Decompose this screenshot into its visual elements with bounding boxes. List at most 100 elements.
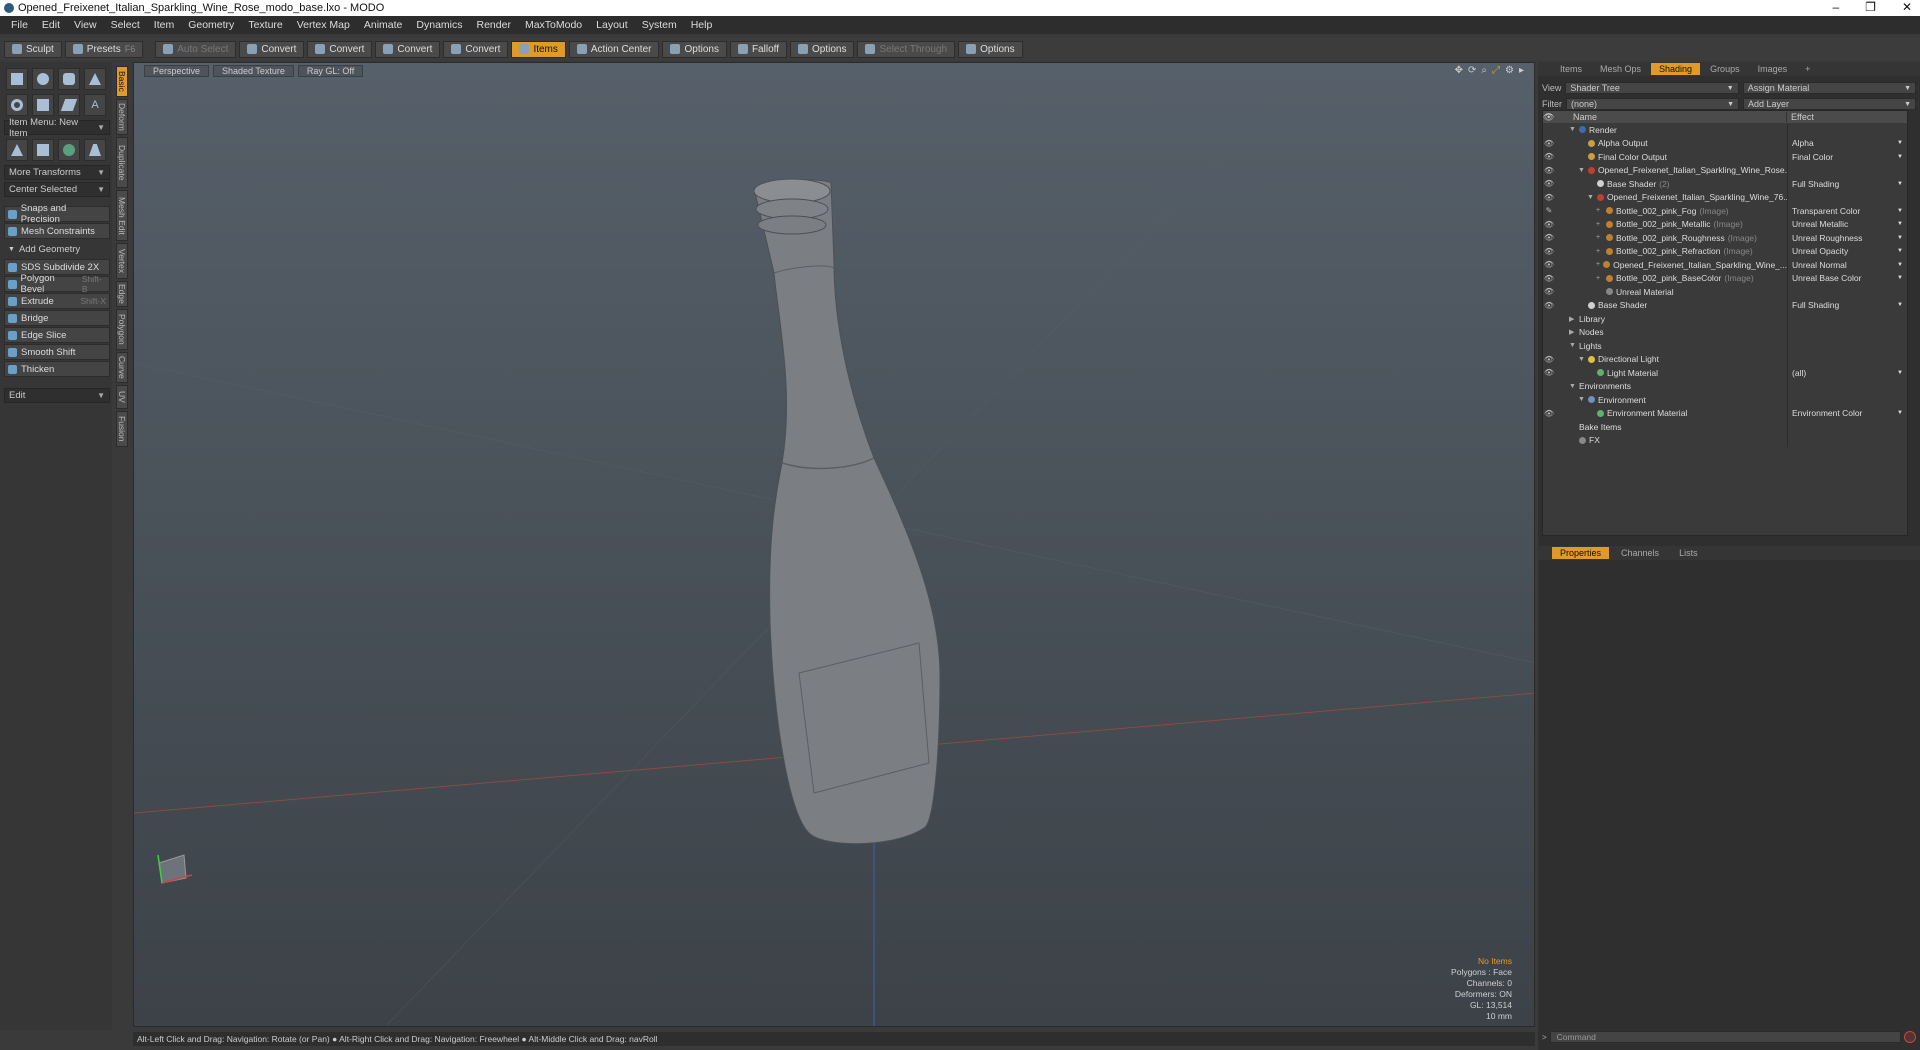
visibility-eye-icon[interactable]: 👁 <box>1543 139 1555 148</box>
select-through-button[interactable]: Select Through <box>857 40 956 58</box>
shader-tree-row[interactable]: ▼ Environments <box>1543 379 1907 393</box>
vtab-polygon[interactable]: Polygon <box>116 309 128 350</box>
expand-toggle-icon[interactable]: ▶ <box>1569 315 1576 323</box>
expand-toggle-icon[interactable]: ▼ <box>1578 356 1585 363</box>
effect-dropdown-icon[interactable]: ▼ <box>1897 235 1903 241</box>
shader-tree-row[interactable]: Bake Items <box>1543 420 1907 434</box>
visibility-eye-icon[interactable]: 👁 <box>1543 220 1555 229</box>
shader-tree-row[interactable]: 👁 + Bottle_002_pink_Roughness (Image) Unreal… <box>1543 231 1907 245</box>
taper-icon[interactable] <box>84 139 106 161</box>
vtab-mesh-edit[interactable]: Mesh Edit <box>116 190 128 241</box>
vtab-fusion[interactable]: Fusion <box>116 411 128 447</box>
shader-tree-row[interactable]: ▼ Lights <box>1543 339 1907 353</box>
menu-item-render[interactable]: Render <box>470 19 518 31</box>
visibility-eye-icon[interactable]: 👁 <box>1543 166 1555 175</box>
effect-dropdown-icon[interactable]: ▼ <box>1897 140 1903 146</box>
tab-items[interactable]: Items <box>1552 63 1590 75</box>
add-tab-button[interactable]: + <box>1797 63 1818 75</box>
item-menu-dropdown[interactable]: Item Menu: New Item ▼ <box>4 117 110 139</box>
edit-dropdown[interactable]: Edit ▼ <box>4 388 110 403</box>
shader-tree-row[interactable]: ▶ Nodes <box>1543 325 1907 339</box>
tab-lists[interactable]: Lists <box>1671 547 1706 559</box>
convert-edges-button[interactable]: Convert <box>307 40 373 58</box>
items-mode-button[interactable]: Items <box>511 40 566 58</box>
menu-item-animate[interactable]: Animate <box>357 19 410 31</box>
vtab-vertex[interactable]: Vertex <box>116 243 128 279</box>
menu-item-layout[interactable]: Layout <box>589 19 635 31</box>
pen-tool-icon[interactable] <box>32 94 54 116</box>
plane-primitive-icon[interactable] <box>58 94 80 116</box>
expand-toggle-icon[interactable]: + <box>1596 221 1603 228</box>
add-geometry-section[interactable]: ▼ Add Geometry <box>4 241 110 257</box>
visibility-eye-icon[interactable]: 👁 <box>1543 287 1555 296</box>
torus-primitive-icon[interactable] <box>6 94 28 116</box>
shading-mode-button[interactable]: Shaded Texture <box>213 65 294 77</box>
tab-images[interactable]: Images <box>1750 63 1796 75</box>
bridge-button[interactable]: Bridge <box>4 310 110 326</box>
viewport-settings-icon[interactable]: ⚙ <box>1505 65 1514 76</box>
vtab-deform[interactable]: Deform <box>116 99 128 135</box>
tab-channels[interactable]: Channels <box>1613 547 1667 559</box>
shader-tree-row[interactable]: 👁 + Bottle_002_pink_Metallic (Image) Unreal … <box>1543 217 1907 231</box>
convert-materials-button[interactable]: Convert <box>443 40 509 58</box>
shader-tree-row[interactable]: ▶ Library <box>1543 312 1907 326</box>
sphere-primitive-icon[interactable] <box>32 68 54 90</box>
visibility-eye-icon[interactable]: 👁 <box>1543 193 1555 202</box>
falloff-options-button[interactable]: Options <box>790 40 855 58</box>
effect-dropdown-icon[interactable]: ▼ <box>1897 181 1903 187</box>
layer-effect[interactable]: Final Color <box>1792 152 1833 162</box>
tab-properties[interactable]: Properties <box>1552 547 1610 559</box>
layer-effect[interactable]: Full Shading <box>1792 300 1839 310</box>
layer-effect[interactable]: Transparent Color <box>1792 206 1860 216</box>
mesh-constraints-button[interactable]: Mesh Constraints <box>4 223 110 239</box>
visibility-eye-icon[interactable]: 👁 <box>1543 233 1555 242</box>
visibility-eye-icon[interactable]: 👁 <box>1543 179 1555 188</box>
shader-tree-row[interactable]: 👁 ▼ Opened_Freixenet_Italian_Sparkling_Win… <box>1543 190 1907 204</box>
effect-dropdown-icon[interactable]: ▼ <box>1897 221 1903 227</box>
effect-dropdown-icon[interactable]: ▼ <box>1897 275 1903 281</box>
shader-tree-row[interactable]: 👁 Final Color Output Final Color ▼ <box>1543 150 1907 164</box>
effect-dropdown-icon[interactable]: ▼ <box>1897 410 1903 416</box>
expand-toggle-icon[interactable]: + <box>1596 275 1603 282</box>
expand-toggle-icon[interactable]: + <box>1596 207 1603 214</box>
menu-item-system[interactable]: System <box>635 19 684 31</box>
menu-item-dynamics[interactable]: Dynamics <box>409 19 469 31</box>
shader-tree-row[interactable]: ▼ Environment <box>1543 393 1907 407</box>
visibility-eye-icon[interactable]: ✎ <box>1543 206 1555 215</box>
shader-tree-row[interactable]: 👁 ▼ Directional Light <box>1543 352 1907 366</box>
grid-icon[interactable] <box>32 139 54 161</box>
layer-effect[interactable]: Unreal Roughness <box>1792 233 1862 243</box>
expand-toggle-icon[interactable]: ▼ <box>1569 342 1576 349</box>
maximize-button[interactable]: ❐ <box>1865 0 1876 14</box>
layer-effect[interactable]: Full Shading <box>1792 179 1839 189</box>
text-tool-icon[interactable]: A <box>84 94 106 116</box>
name-column-header[interactable]: Name <box>1569 112 1787 122</box>
expand-toggle-icon[interactable]: ▼ <box>1569 383 1576 390</box>
polygon-bevel-button[interactable]: Polygon Bevel Shift-B <box>4 273 110 295</box>
wine-bottle-mesh[interactable] <box>753 178 941 845</box>
menu-item-maxtomodo[interactable]: MaxToModo <box>518 19 589 31</box>
viewport-menu-icon[interactable]: ▸ <box>1519 65 1524 76</box>
tab-shading[interactable]: Shading <box>1651 63 1701 75</box>
layer-effect[interactable]: Unreal Opacity <box>1792 246 1848 256</box>
shader-tree-row[interactable]: 👁 Unreal Material <box>1543 285 1907 299</box>
view-mode-button[interactable]: Perspective <box>144 65 210 77</box>
vtab-duplicate[interactable]: Duplicate <box>116 137 128 188</box>
visibility-eye-icon[interactable]: 👁 <box>1543 260 1555 269</box>
view-dropdown[interactable]: Shader Tree ▼ <box>1565 82 1739 94</box>
visibility-eye-icon[interactable]: 👁 <box>1543 274 1555 283</box>
snaps-and-precision-button[interactable]: Snaps and Precision <box>4 203 110 225</box>
expand-toggle-icon[interactable]: ▼ <box>1578 167 1585 174</box>
extrude-button[interactable]: Extrude Shift-X <box>4 293 110 309</box>
layer-effect[interactable]: (all) <box>1792 368 1806 378</box>
shader-tree-row[interactable]: 👁 Light Material (all) ▼ <box>1543 366 1907 380</box>
action-center-options-button[interactable]: Options <box>662 40 727 58</box>
pan-icon[interactable]: ✥ <box>1455 65 1463 76</box>
tab-mesh-ops[interactable]: Mesh Ops <box>1592 63 1649 75</box>
expand-toggle-icon[interactable]: ▼ <box>1578 396 1585 403</box>
visibility-eye-icon[interactable]: 👁 <box>1543 355 1555 364</box>
shader-tree-row[interactable]: ▼ Render <box>1543 123 1907 137</box>
menu-item-texture[interactable]: Texture <box>241 19 289 31</box>
thicken-button[interactable]: Thicken <box>4 361 110 377</box>
vtab-basic[interactable]: Basic <box>116 66 128 97</box>
